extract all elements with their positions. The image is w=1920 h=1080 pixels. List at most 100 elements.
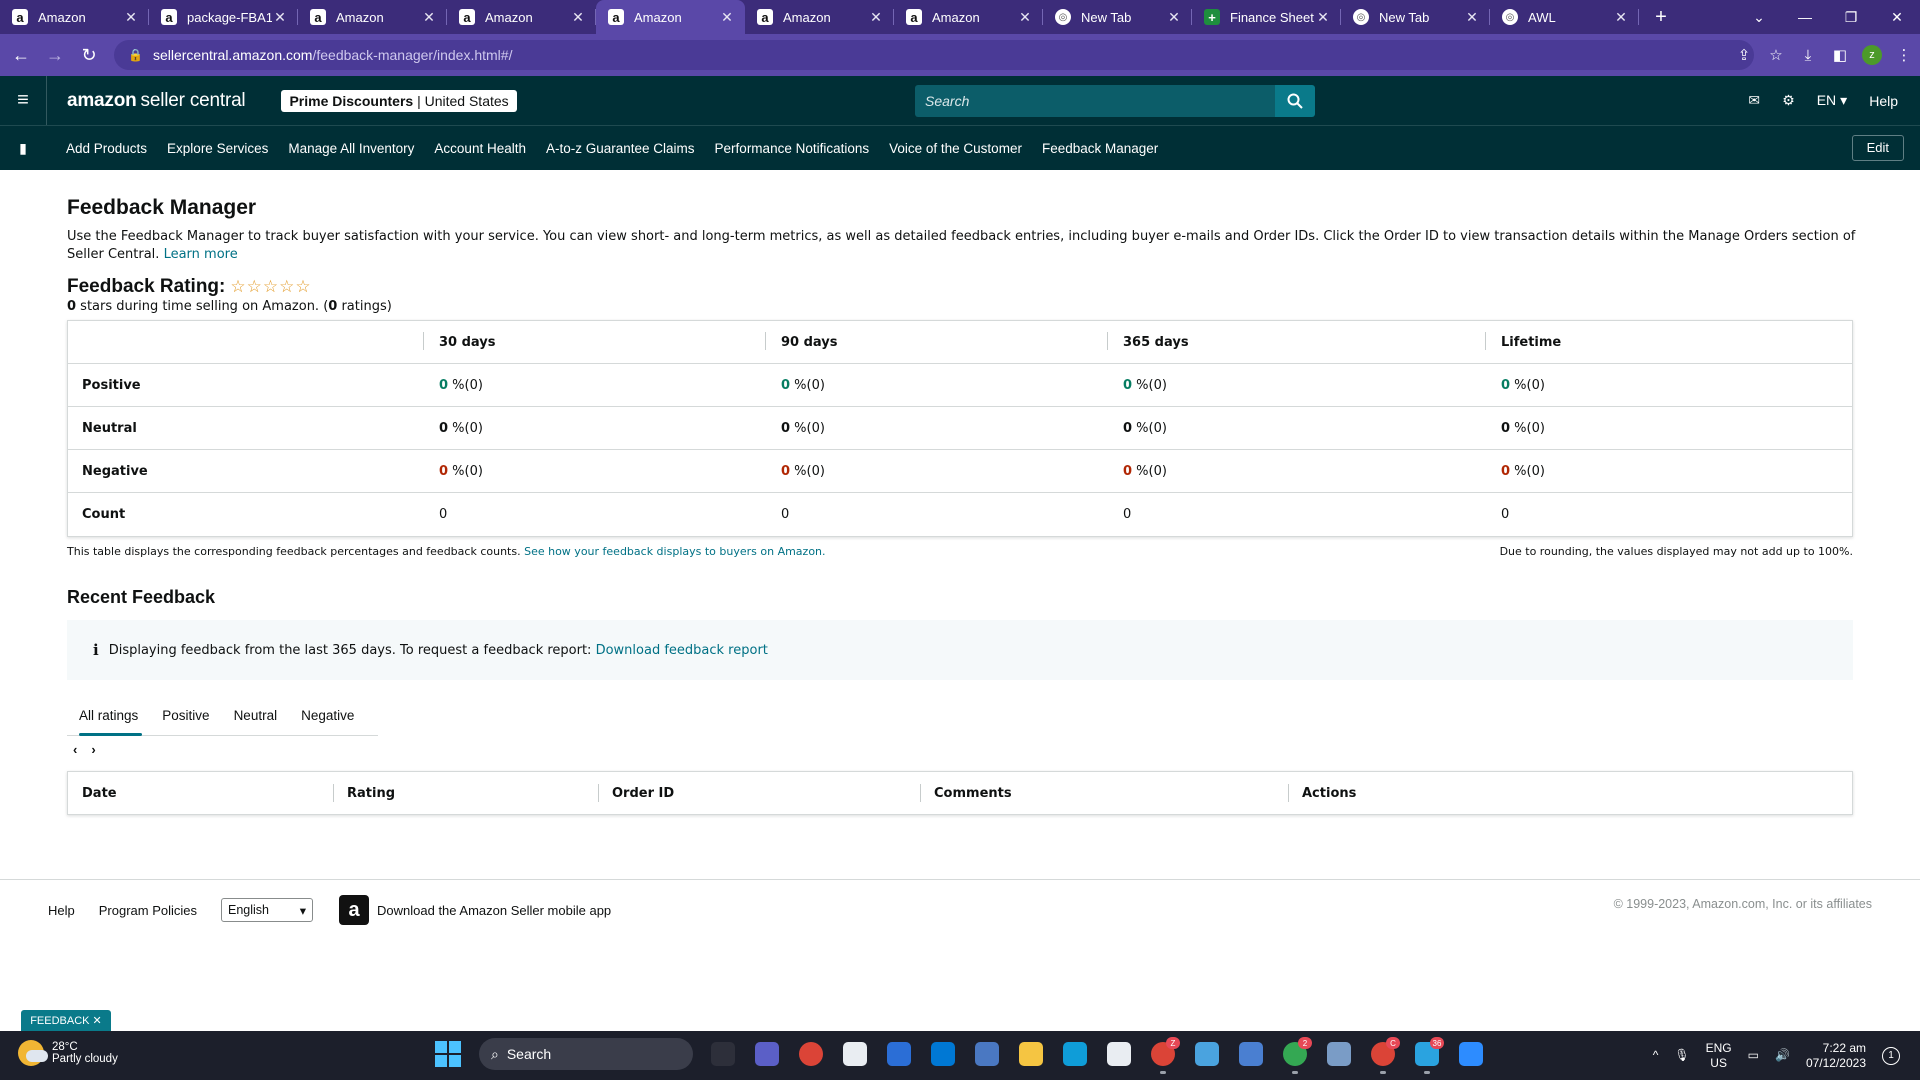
store-icon[interactable] — [881, 1036, 917, 1072]
input-language[interactable]: ENG US — [1706, 1041, 1732, 1071]
zoom-icon[interactable] — [1453, 1036, 1489, 1072]
back-button[interactable]: ← — [8, 42, 34, 68]
explorer-icon[interactable] — [1013, 1036, 1049, 1072]
search-button[interactable] — [1275, 85, 1315, 117]
close-tab-icon[interactable]: ✕ — [1613, 9, 1629, 26]
browser-tab[interactable]: ◎ AWL ✕ — [1490, 0, 1639, 34]
edge-icon[interactable] — [1057, 1036, 1093, 1072]
search-input[interactable] — [915, 85, 1275, 117]
forward-button[interactable]: → — [42, 42, 68, 68]
nav-link-manage-all-inventory[interactable]: Manage All Inventory — [288, 141, 414, 156]
footer-language-select[interactable]: English ▾ — [221, 898, 314, 922]
learn-more-link[interactable]: Learn more — [164, 247, 238, 262]
reload-button[interactable]: ↻ — [76, 42, 102, 68]
side-panel-icon[interactable]: ◧ — [1824, 46, 1856, 64]
close-tab-icon[interactable]: ✕ — [123, 9, 139, 26]
meet-icon[interactable] — [705, 1036, 741, 1072]
browser-tab[interactable]: a Amazon ✕ — [447, 0, 596, 34]
account-switcher[interactable]: Prime Discounters | United States — [281, 89, 517, 112]
taskbar-search[interactable]: ⌕ Search — [479, 1038, 693, 1070]
clock[interactable]: 7:22 am 07/12/2023 — [1806, 1041, 1866, 1071]
volume-icon[interactable]: 🔊 — [1775, 1048, 1790, 1063]
mail-icon[interactable] — [925, 1036, 961, 1072]
program-policies-link[interactable]: Program Policies — [99, 903, 197, 918]
nav-link-add-products[interactable]: Add Products — [66, 141, 147, 156]
minimize-button[interactable]: — — [1782, 9, 1828, 25]
bookmark-star-icon[interactable]: ☆ — [1760, 46, 1792, 64]
nav-link-a-to-z-guarantee-claims[interactable]: A-to-z Guarantee Claims — [546, 141, 695, 156]
close-tab-icon[interactable]: ✕ — [421, 9, 437, 26]
prev-page-icon[interactable]: ‹ — [73, 742, 77, 757]
hamburger-menu-icon[interactable]: ≡ — [0, 89, 46, 112]
close-tab-icon[interactable]: ✕ — [719, 9, 735, 26]
telegram-icon[interactable]: 36 — [1409, 1036, 1445, 1074]
close-tab-icon[interactable]: ✕ — [272, 9, 288, 26]
microphone-icon[interactable]: 🎙 — [1674, 1048, 1689, 1063]
notification-badge[interactable]: 1 — [1882, 1046, 1900, 1065]
lock-icon[interactable]: 🔒 — [128, 48, 143, 62]
browser-tab[interactable]: a Amazon ✕ — [596, 0, 745, 34]
download-feedback-report-link[interactable]: Download feedback report — [596, 643, 768, 658]
nav-link-performance-notifications[interactable]: Performance Notifications — [715, 141, 870, 156]
chrome-icon[interactable] — [793, 1036, 829, 1072]
download-icon[interactable]: ⤓ — [1792, 47, 1824, 64]
browser-tab[interactable]: a Amazon ✕ — [0, 0, 149, 34]
nav-link-feedback-manager[interactable]: Feedback Manager — [1042, 141, 1158, 156]
tab-search-icon[interactable]: ⌄ — [1736, 9, 1782, 26]
restore-button[interactable]: ❐ — [1828, 9, 1874, 26]
nav-link-voice-of-the-customer[interactable]: Voice of the Customer — [889, 141, 1022, 156]
next-page-icon[interactable]: › — [91, 742, 95, 757]
browser-tab[interactable]: a Amazon ✕ — [298, 0, 447, 34]
tab-positive[interactable]: Positive — [150, 700, 221, 735]
browser-tab[interactable]: a Amazon ✕ — [745, 0, 894, 34]
address-bar[interactable]: 🔒 sellercentral.amazon.com/feedback-mana… — [114, 40, 1754, 70]
profile-avatar[interactable]: z — [1862, 45, 1882, 65]
browser-tab[interactable]: + Finance Sheet ✕ — [1192, 0, 1341, 34]
tab-negative[interactable]: Negative — [289, 700, 366, 735]
weather-widget[interactable]: 28°C Partly cloudy — [18, 1040, 118, 1066]
close-tab-icon[interactable]: ✕ — [1315, 9, 1331, 26]
seller-central-logo[interactable]: amazon seller central — [46, 76, 246, 125]
close-window-button[interactable]: ✕ — [1874, 9, 1920, 26]
chrome-c-icon[interactable]: C — [1365, 1036, 1401, 1074]
photos-icon[interactable] — [1321, 1036, 1357, 1072]
edit-nav-button[interactable]: Edit — [1851, 135, 1904, 161]
close-tab-icon[interactable]: ✕ — [868, 9, 884, 26]
windows-start-icon[interactable] — [435, 1041, 461, 1067]
menu-icon[interactable]: ⋮ — [1888, 46, 1920, 64]
chrome-z-icon[interactable]: Z — [1145, 1036, 1181, 1074]
chevron-up-icon[interactable]: ^ — [1653, 1048, 1659, 1063]
browser-tab[interactable]: a package-FBA17 ✕ — [149, 0, 298, 34]
download-app-link[interactable]: Download the Amazon Seller mobile app — [377, 903, 611, 918]
see-feedback-display-link[interactable]: See how your feedback displays to buyers… — [524, 545, 825, 558]
notepad-icon[interactable] — [1189, 1036, 1225, 1072]
remote-icon[interactable] — [969, 1036, 1005, 1072]
amazon-seller-app-icon[interactable]: a — [339, 895, 370, 925]
mail-icon[interactable]: ✉ — [1748, 92, 1760, 109]
stocks2-icon[interactable] — [1101, 1036, 1137, 1072]
feedback-widget-button[interactable]: FEEDBACK ✕ — [21, 1010, 111, 1031]
close-tab-icon[interactable]: ✕ — [1166, 9, 1182, 26]
calculator-icon[interactable] — [1233, 1036, 1269, 1072]
help-link[interactable]: Help — [1869, 93, 1898, 109]
settings-gear-icon[interactable]: ⚙ — [1782, 92, 1795, 109]
new-tab-button[interactable]: + — [1645, 6, 1677, 29]
browser-tab[interactable]: ◎ New Tab ✕ — [1341, 0, 1490, 34]
tab-neutral[interactable]: Neutral — [222, 700, 290, 735]
close-tab-icon[interactable]: ✕ — [570, 9, 586, 26]
close-tab-icon[interactable]: ✕ — [1464, 9, 1480, 26]
teams-icon[interactable] — [749, 1036, 785, 1072]
share-icon[interactable]: ⇪ — [1728, 46, 1760, 64]
nav-link-explore-services[interactable]: Explore Services — [167, 141, 268, 156]
bookmark-icon[interactable]: ▮ — [0, 140, 46, 157]
stocks-icon[interactable] — [837, 1036, 873, 1072]
browser-tab[interactable]: ◎ New Tab ✕ — [1043, 0, 1192, 34]
language-selector[interactable]: EN ▾ — [1817, 92, 1847, 109]
chrome-2-icon[interactable]: 2 — [1277, 1036, 1313, 1074]
close-tab-icon[interactable]: ✕ — [1017, 9, 1033, 26]
tab-all-ratings[interactable]: All ratings — [67, 700, 150, 736]
browser-tab[interactable]: a Amazon ✕ — [894, 0, 1043, 34]
footer-help-link[interactable]: Help — [48, 903, 75, 918]
network-icon[interactable]: ▭ — [1748, 1048, 1759, 1063]
nav-link-account-health[interactable]: Account Health — [434, 141, 526, 156]
